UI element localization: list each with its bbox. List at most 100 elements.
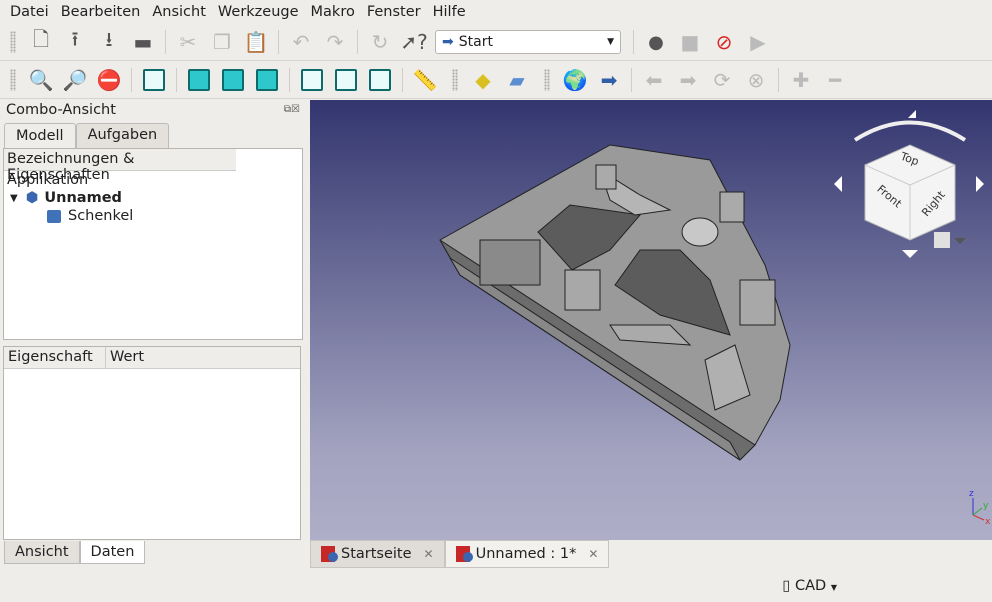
view-toolbar: 🔍 🔎 ⛔ 📏 ◆ ▰ 🌍 ➡ ⬅ ➡ ⟳ ⊗ ✚ ━ <box>0 62 992 99</box>
fit-selection-icon[interactable]: 🔎 <box>62 67 88 93</box>
close-tab-icon[interactable]: ✕ <box>424 547 434 561</box>
web-go-icon[interactable]: ➡ <box>596 67 622 93</box>
bottom-view-icon[interactable] <box>333 67 359 93</box>
separator <box>289 68 290 92</box>
print-icon[interactable]: ▬ <box>130 29 156 55</box>
menu-datei[interactable]: Datei <box>4 4 55 20</box>
close-tab-icon[interactable]: ✕ <box>588 547 598 561</box>
menu-makro[interactable]: Makro <box>305 4 361 20</box>
menu-bar: Datei Bearbeiten Ansicht Werkzeuge Makro… <box>0 0 992 24</box>
record-macro-icon[interactable]: ● <box>643 29 669 55</box>
tab-ansicht[interactable]: Ansicht <box>4 541 80 564</box>
reload-icon[interactable]: ⟳ <box>709 67 735 93</box>
rotate-arrows-icon <box>853 120 967 142</box>
top-view-icon[interactable] <box>220 67 246 93</box>
macro-edit-icon[interactable]: ⊘ <box>711 29 737 55</box>
isometric-view-icon[interactable] <box>141 67 167 93</box>
paste-icon[interactable]: 📋 <box>243 29 269 55</box>
object-label: Schenkel <box>68 208 134 224</box>
stop-macro-icon[interactable]: ■ <box>677 29 703 55</box>
draw-style-icon[interactable]: ⛔ <box>96 67 122 93</box>
combo-view: Combo-Ansicht ⧉☒ Modell Aufgaben Bezeich… <box>0 100 306 570</box>
navigation-cube[interactable]: Top Front Right <box>834 110 984 258</box>
tree-object[interactable]: Schenkel <box>4 207 302 225</box>
workbench-selector[interactable]: ➡ Start ▼ <box>435 30 621 54</box>
right-view-icon[interactable] <box>254 67 280 93</box>
separator <box>633 30 634 54</box>
separator <box>631 68 632 92</box>
svg-text:x: x <box>985 517 991 527</box>
freecad-icon <box>321 546 338 562</box>
zoom-in-icon[interactable]: ✚ <box>788 67 814 93</box>
tab-modell[interactable]: Modell <box>4 123 76 148</box>
group-folder-icon[interactable]: ▰ <box>504 67 530 93</box>
nav-style-label: CAD <box>795 578 827 594</box>
front-view-icon[interactable] <box>186 67 212 93</box>
menu-ansicht[interactable]: Ansicht <box>146 4 212 20</box>
toolbar-grip[interactable] <box>10 69 16 91</box>
toolbar-grip[interactable] <box>10 31 16 53</box>
doc-tab-unnamed[interactable]: Unnamed : 1* ✕ <box>444 540 610 568</box>
chevron-down-icon: ▼ <box>607 37 614 47</box>
separator <box>278 30 279 54</box>
redo-icon[interactable]: ↷ <box>322 29 348 55</box>
whats-this-icon[interactable]: ➚? <box>400 29 427 55</box>
3d-viewport[interactable]: Top Front Right z x y <box>310 100 992 540</box>
toolbar-grip[interactable] <box>544 69 550 91</box>
model-render: Top Front Right z x y <box>439 110 991 527</box>
schenkel-model <box>439 144 791 461</box>
freecad-icon <box>455 546 473 562</box>
web-globe-icon[interactable]: 🌍 <box>562 67 588 93</box>
chevron-down-icon: ▼ <box>830 583 837 592</box>
navigation-style-selector[interactable]: ▯ CAD ▼ <box>782 578 837 594</box>
mouse-icon: ▯ <box>782 578 791 594</box>
expand-arrow-icon[interactable]: ▼ <box>10 193 18 204</box>
toolbar-grip[interactable] <box>452 69 458 91</box>
separator <box>357 30 358 54</box>
save-download-icon[interactable]: ⭳ <box>96 27 122 55</box>
tree-document[interactable]: ▼ ⬢ Unnamed <box>4 189 302 207</box>
new-file-icon[interactable]: 🗋 <box>28 27 54 55</box>
rear-view-icon[interactable] <box>299 67 325 93</box>
undo-icon[interactable]: ↶ <box>288 29 314 55</box>
copy-icon[interactable]: ❐ <box>209 29 235 55</box>
separator <box>165 30 166 54</box>
fit-all-icon[interactable]: 🔍 <box>28 67 54 93</box>
menu-fenster[interactable]: Fenster <box>361 4 427 20</box>
workbench-label: Start <box>458 34 493 50</box>
part-icon[interactable]: ◆ <box>470 67 496 93</box>
menu-hilfe[interactable]: Hilfe <box>427 4 472 20</box>
back-icon[interactable]: ⬅ <box>641 67 667 93</box>
col-eigenschaft: Eigenschaft <box>4 347 106 368</box>
svg-text:z: z <box>969 489 974 499</box>
open-upload-icon[interactable]: ⭱ <box>62 27 88 55</box>
zoom-out-icon[interactable]: ━ <box>822 67 848 93</box>
menu-bearbeiten[interactable]: Bearbeiten <box>55 4 147 20</box>
pan-left-icon <box>834 176 842 192</box>
solid-cube-icon <box>47 209 61 223</box>
document-icon: ⬢ <box>25 190 39 206</box>
stop-icon[interactable]: ⊗ <box>743 67 769 93</box>
property-view: Eigenschaft Wert <box>3 346 301 540</box>
left-view-icon[interactable] <box>367 67 393 93</box>
file-toolbar: 🗋 ⭱ ⭳ ▬ ✂ ❐ 📋 ↶ ↷ ↻ ➚? ➡ Start ▼ ● ■ ⊘ ▶ <box>0 24 992 61</box>
doc-tab-startseite[interactable]: Startseite ✕ <box>310 540 445 568</box>
refresh-icon[interactable]: ↻ <box>367 29 393 55</box>
separator <box>176 68 177 92</box>
pan-down-icon <box>902 250 918 258</box>
tab-daten[interactable]: Daten <box>79 541 146 564</box>
arrow-right-icon: ➡ <box>442 34 454 50</box>
tab-label: Unnamed : 1* <box>475 546 577 562</box>
separator <box>778 68 779 92</box>
float-icon[interactable]: ⧉ <box>284 104 291 115</box>
col-wert: Wert <box>110 349 145 365</box>
tree-header: Bezeichnungen & Eigenschaften <box>4 149 236 183</box>
menu-werkzeuge[interactable]: Werkzeuge <box>212 4 305 20</box>
cut-icon[interactable]: ✂ <box>175 29 201 55</box>
run-macro-icon[interactable]: ▶ <box>745 29 771 55</box>
separator <box>402 68 403 92</box>
tab-aufgaben[interactable]: Aufgaben <box>75 123 170 148</box>
forward-icon[interactable]: ➡ <box>675 67 701 93</box>
measure-ruler-icon[interactable]: 📏 <box>412 67 438 93</box>
close-icon[interactable]: ☒ <box>291 104 300 115</box>
